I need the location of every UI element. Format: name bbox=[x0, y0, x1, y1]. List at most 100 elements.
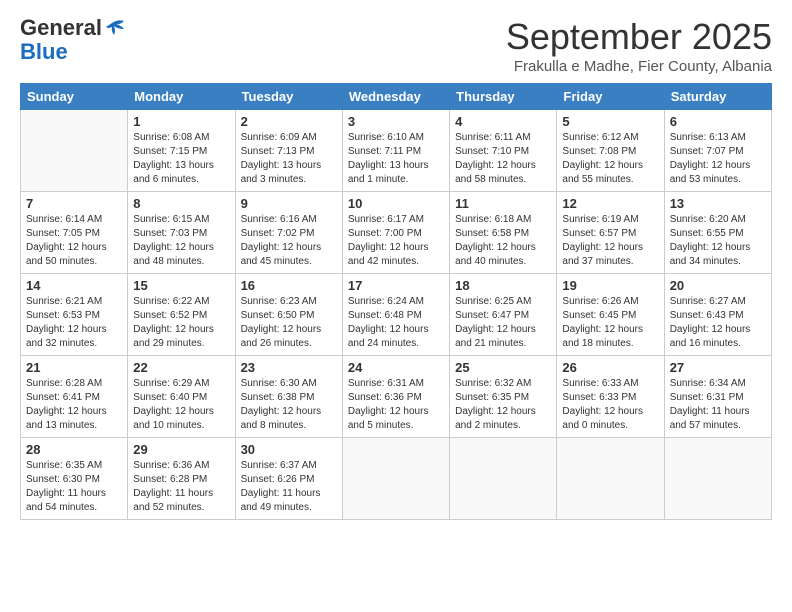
day-number: 9 bbox=[241, 196, 337, 211]
day-info: Sunrise: 6:33 AMSunset: 6:33 PMDaylight:… bbox=[562, 377, 658, 433]
day-info: Sunrise: 6:37 AMSunset: 6:26 PMDaylight:… bbox=[241, 459, 337, 515]
calendar-day-10: 10Sunrise: 6:17 AMSunset: 7:00 PMDayligh… bbox=[342, 192, 449, 274]
calendar-day-4: 4 Sunrise: 6:11 AMSunset: 7:10 PMDaylight… bbox=[450, 110, 557, 192]
day-info: Sunrise: 6:32 AMSunset: 6:35 PMDaylight:… bbox=[455, 377, 551, 433]
calendar-empty-cell bbox=[664, 438, 771, 520]
day-number: 14 bbox=[26, 278, 122, 293]
day-number: 26 bbox=[562, 360, 658, 375]
day-info: Sunrise: 6:34 AMSunset: 6:31 PMDaylight:… bbox=[670, 377, 766, 433]
column-header-thursday: Thursday bbox=[450, 84, 557, 110]
calendar-day-2: 2 Sunrise: 6:09 AMSunset: 7:13 PMDaylight… bbox=[235, 110, 342, 192]
day-info: Sunrise: 6:08 AMSunset: 7:15 PMDaylight:… bbox=[133, 131, 229, 187]
day-info: Sunrise: 6:13 AMSunset: 7:07 PMDaylight:… bbox=[670, 131, 766, 187]
calendar-week-row: 14 Sunrise: 6:21 AMSunset: 6:53 PMDayligh… bbox=[21, 274, 772, 356]
day-number: 10 bbox=[348, 196, 444, 211]
calendar-day-28: 28 Sunrise: 6:35 AMSunset: 6:30 PMDayligh… bbox=[21, 438, 128, 520]
day-number: 11 bbox=[455, 196, 551, 211]
day-number: 18 bbox=[455, 278, 551, 293]
day-number: 7 bbox=[26, 196, 122, 211]
day-number: 23 bbox=[241, 360, 337, 375]
calendar-week-row: 7 Sunrise: 6:14 AMSunset: 7:05 PMDaylight… bbox=[21, 192, 772, 274]
calendar-week-row: 21 Sunrise: 6:28 AMSunset: 6:41 PMDayligh… bbox=[21, 356, 772, 438]
calendar-day-15: 15 Sunrise: 6:22 AMSunset: 6:52 PMDayligh… bbox=[128, 274, 235, 356]
day-number: 29 bbox=[133, 442, 229, 457]
day-number: 21 bbox=[26, 360, 122, 375]
day-info: Sunrise: 6:24 AMSunset: 6:48 PMDaylight:… bbox=[348, 295, 444, 351]
calendar-day-26: 26 Sunrise: 6:33 AMSunset: 6:33 PMDayligh… bbox=[557, 356, 664, 438]
column-header-wednesday: Wednesday bbox=[342, 84, 449, 110]
day-info: Sunrise: 6:28 AMSunset: 6:41 PMDaylight:… bbox=[26, 377, 122, 433]
logo-general: General bbox=[20, 16, 102, 40]
calendar-day-18: 18 Sunrise: 6:25 AMSunset: 6:47 PMDayligh… bbox=[450, 274, 557, 356]
day-info: Sunrise: 6:15 AMSunset: 7:03 PMDaylight:… bbox=[133, 213, 229, 269]
day-info: Sunrise: 6:18 AMSunset: 6:58 PMDaylight:… bbox=[455, 213, 551, 269]
day-info: Sunrise: 6:19 AMSunset: 6:57 PMDaylight:… bbox=[562, 213, 658, 269]
day-info: Sunrise: 6:29 AMSunset: 6:40 PMDaylight:… bbox=[133, 377, 229, 433]
calendar-week-row: 28 Sunrise: 6:35 AMSunset: 6:30 PMDayligh… bbox=[21, 438, 772, 520]
logo-bird-icon bbox=[104, 19, 126, 37]
calendar-day-7: 7 Sunrise: 6:14 AMSunset: 7:05 PMDaylight… bbox=[21, 192, 128, 274]
day-number: 30 bbox=[241, 442, 337, 457]
calendar-empty-cell bbox=[450, 438, 557, 520]
day-info: Sunrise: 6:31 AMSunset: 6:36 PMDaylight:… bbox=[348, 377, 444, 433]
calendar-day-21: 21 Sunrise: 6:28 AMSunset: 6:41 PMDayligh… bbox=[21, 356, 128, 438]
day-number: 4 bbox=[455, 114, 551, 129]
day-info: Sunrise: 6:25 AMSunset: 6:47 PMDaylight:… bbox=[455, 295, 551, 351]
day-info: Sunrise: 6:11 AMSunset: 7:10 PMDaylight:… bbox=[455, 131, 551, 187]
day-info: Sunrise: 6:30 AMSunset: 6:38 PMDaylight:… bbox=[241, 377, 337, 433]
day-number: 2 bbox=[241, 114, 337, 129]
day-info: Sunrise: 6:21 AMSunset: 6:53 PMDaylight:… bbox=[26, 295, 122, 351]
calendar-day-3: 3Sunrise: 6:10 AMSunset: 7:11 PMDaylight… bbox=[342, 110, 449, 192]
calendar-day-8: 8Sunrise: 6:15 AMSunset: 7:03 PMDaylight… bbox=[128, 192, 235, 274]
calendar-day-22: 22Sunrise: 6:29 AMSunset: 6:40 PMDayligh… bbox=[128, 356, 235, 438]
day-info: Sunrise: 6:35 AMSunset: 6:30 PMDaylight:… bbox=[26, 459, 122, 515]
calendar-header-row: SundayMondayTuesdayWednesdayThursdayFrid… bbox=[21, 84, 772, 110]
day-info: Sunrise: 6:14 AMSunset: 7:05 PMDaylight:… bbox=[26, 213, 122, 269]
day-number: 12 bbox=[562, 196, 658, 211]
calendar-empty-cell bbox=[342, 438, 449, 520]
day-number: 17 bbox=[348, 278, 444, 293]
calendar-table: SundayMondayTuesdayWednesdayThursdayFrid… bbox=[20, 83, 772, 520]
day-number: 13 bbox=[670, 196, 766, 211]
calendar-day-23: 23 Sunrise: 6:30 AMSunset: 6:38 PMDayligh… bbox=[235, 356, 342, 438]
calendar-day-11: 11 Sunrise: 6:18 AMSunset: 6:58 PMDayligh… bbox=[450, 192, 557, 274]
day-info: Sunrise: 6:09 AMSunset: 7:13 PMDaylight:… bbox=[241, 131, 337, 187]
day-number: 19 bbox=[562, 278, 658, 293]
calendar-day-1: 1 Sunrise: 6:08 AMSunset: 7:15 PMDaylight… bbox=[128, 110, 235, 192]
day-number: 16 bbox=[241, 278, 337, 293]
day-info: Sunrise: 6:23 AMSunset: 6:50 PMDaylight:… bbox=[241, 295, 337, 351]
day-number: 1 bbox=[133, 114, 229, 129]
day-number: 24 bbox=[348, 360, 444, 375]
day-info: Sunrise: 6:22 AMSunset: 6:52 PMDaylight:… bbox=[133, 295, 229, 351]
calendar-day-17: 17 Sunrise: 6:24 AMSunset: 6:48 PMDayligh… bbox=[342, 274, 449, 356]
calendar-day-16: 16 Sunrise: 6:23 AMSunset: 6:50 PMDayligh… bbox=[235, 274, 342, 356]
day-number: 28 bbox=[26, 442, 122, 457]
column-header-friday: Friday bbox=[557, 84, 664, 110]
calendar-day-27: 27Sunrise: 6:34 AMSunset: 6:31 PMDayligh… bbox=[664, 356, 771, 438]
calendar-empty-cell bbox=[21, 110, 128, 192]
calendar-day-14: 14 Sunrise: 6:21 AMSunset: 6:53 PMDayligh… bbox=[21, 274, 128, 356]
calendar-day-6: 6Sunrise: 6:13 AMSunset: 7:07 PMDaylight… bbox=[664, 110, 771, 192]
day-number: 3 bbox=[348, 114, 444, 129]
column-header-tuesday: Tuesday bbox=[235, 84, 342, 110]
calendar-day-30: 30 Sunrise: 6:37 AMSunset: 6:26 PMDayligh… bbox=[235, 438, 342, 520]
calendar-day-5: 5 Sunrise: 6:12 AMSunset: 7:08 PMDaylight… bbox=[557, 110, 664, 192]
logo-blue: Blue bbox=[20, 40, 68, 64]
day-info: Sunrise: 6:20 AMSunset: 6:55 PMDaylight:… bbox=[670, 213, 766, 269]
page-header: General Blue September 2025 Frakulla e M… bbox=[20, 16, 772, 75]
calendar-day-19: 19 Sunrise: 6:26 AMSunset: 6:45 PMDayligh… bbox=[557, 274, 664, 356]
day-info: Sunrise: 6:16 AMSunset: 7:02 PMDaylight:… bbox=[241, 213, 337, 269]
day-info: Sunrise: 6:26 AMSunset: 6:45 PMDaylight:… bbox=[562, 295, 658, 351]
calendar-day-24: 24 Sunrise: 6:31 AMSunset: 6:36 PMDayligh… bbox=[342, 356, 449, 438]
column-header-saturday: Saturday bbox=[664, 84, 771, 110]
day-info: Sunrise: 6:12 AMSunset: 7:08 PMDaylight:… bbox=[562, 131, 658, 187]
calendar-day-25: 25 Sunrise: 6:32 AMSunset: 6:35 PMDayligh… bbox=[450, 356, 557, 438]
day-number: 25 bbox=[455, 360, 551, 375]
day-number: 20 bbox=[670, 278, 766, 293]
day-info: Sunrise: 6:36 AMSunset: 6:28 PMDaylight:… bbox=[133, 459, 229, 515]
calendar-day-29: 29 Sunrise: 6:36 AMSunset: 6:28 PMDayligh… bbox=[128, 438, 235, 520]
calendar-empty-cell bbox=[557, 438, 664, 520]
day-number: 15 bbox=[133, 278, 229, 293]
calendar-day-20: 20Sunrise: 6:27 AMSunset: 6:43 PMDayligh… bbox=[664, 274, 771, 356]
day-number: 5 bbox=[562, 114, 658, 129]
